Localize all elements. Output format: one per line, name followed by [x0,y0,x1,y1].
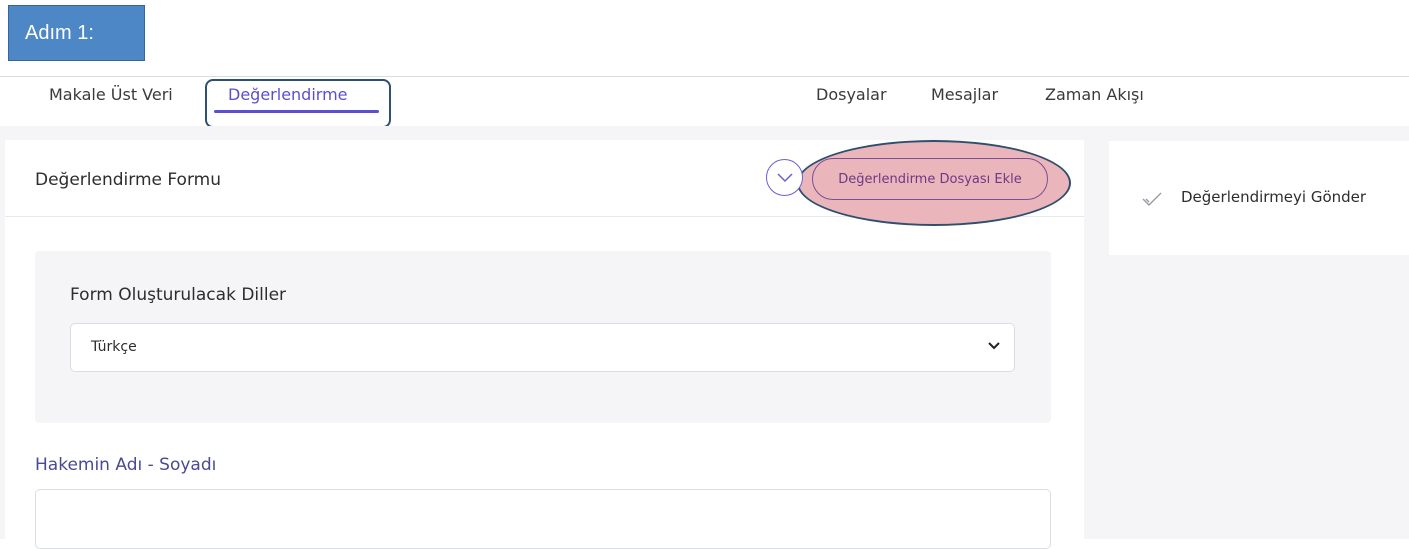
collapse-form-button[interactable] [766,159,803,196]
form-title: Değerlendirme Formu [35,170,221,190]
tab-annotation-highlight [205,79,391,128]
languages-label: Form Oluşturulacak Diller [70,285,287,305]
check-icon [1142,192,1162,206]
language-select[interactable]: Türkçe [70,323,1015,372]
add-review-file-button[interactable]: Değerlendirme Dosyası Ekle [812,158,1048,200]
tab-files[interactable]: Dosyalar [816,85,887,104]
tab-metadata[interactable]: Makale Üst Veri [49,85,173,104]
referee-name-field[interactable] [35,489,1051,549]
tab-messages[interactable]: Mesajlar [931,85,998,104]
tab-timeline[interactable]: Zaman Akışı [1045,85,1144,104]
step-badge: Adım 1: [8,5,145,61]
language-select-value: Türkçe [91,339,137,355]
chevron-down-icon [776,172,793,182]
referee-name-label: Hakemin Adı - Soyadı [35,455,217,475]
chevron-down-icon [988,342,1000,350]
submit-review-label[interactable]: Değerlendirmeyi Gönder [1181,188,1366,206]
